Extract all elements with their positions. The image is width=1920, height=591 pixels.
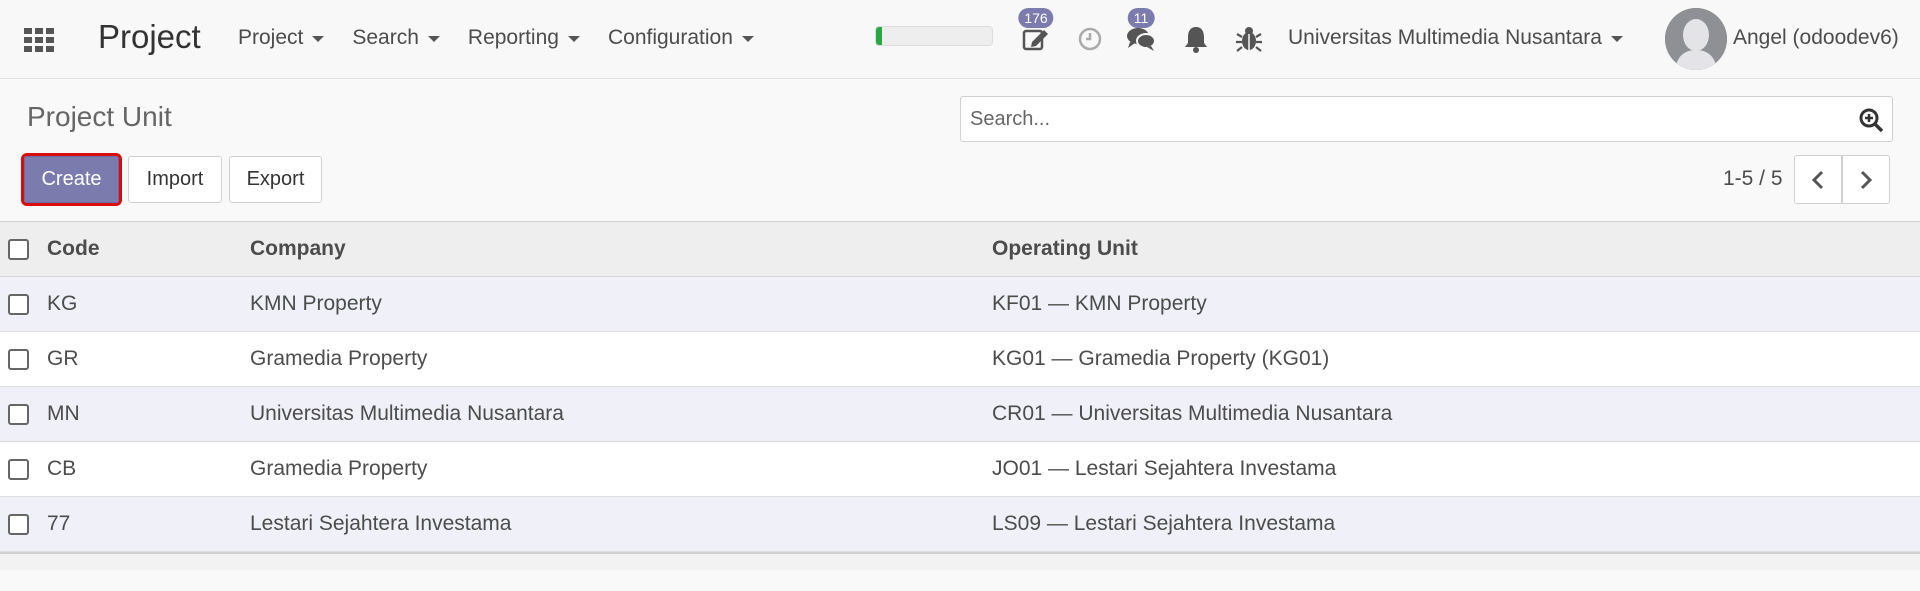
cell-company: Gramedia Property <box>250 347 428 370</box>
cell-operating-unit: KF01 — KMN Property <box>992 292 1207 315</box>
cell-code: CB <box>47 457 77 480</box>
clock-icon <box>1078 27 1102 51</box>
cell-company: KMN Property <box>250 292 382 315</box>
table-row[interactable]: GR Gramedia Property KG01 — Gramedia Pro… <box>0 331 1920 387</box>
messages-button[interactable]: 11 <box>1126 8 1156 54</box>
column-header-company[interactable]: Company <box>250 222 992 277</box>
page-title: Project Unit <box>27 101 172 132</box>
pager-value[interactable]: 1-5 / 5 <box>1723 167 1783 191</box>
cell-operating-unit: KG01 — Gramedia Property (KG01) <box>992 347 1330 370</box>
cell-operating-unit: JO01 — Lestari Sejahtera Investama <box>992 457 1337 480</box>
caret-down-icon <box>567 36 580 42</box>
search-icon[interactable] <box>1858 107 1884 138</box>
menu-reporting[interactable]: Reporting <box>468 26 580 50</box>
menu-search-label: Search <box>352 26 419 49</box>
activity-badge: 176 <box>1018 8 1054 28</box>
row-select-cell <box>0 332 47 387</box>
main-menu: Project Search Reporting Configuration <box>238 26 782 50</box>
cell-code: MN <box>47 402 80 425</box>
menu-configuration-label: Configuration <box>607 26 733 49</box>
top-navbar: Project Project Search Reporting Configu… <box>0 0 1920 79</box>
pager-previous-button[interactable] <box>1794 155 1842 204</box>
row-checkbox[interactable] <box>8 513 29 535</box>
clock-button[interactable] <box>1075 24 1105 54</box>
cell-code: GR <box>47 347 79 370</box>
app-brand[interactable]: Project <box>98 18 201 56</box>
table-row[interactable]: CB Gramedia Property JO01 — Lestari Seja… <box>0 441 1920 497</box>
row-checkbox[interactable] <box>8 403 29 425</box>
messages-badge: 11 <box>1127 8 1155 28</box>
row-select-cell <box>0 277 47 332</box>
table-row[interactable]: MN Universitas Multimedia Nusantara CR01… <box>0 386 1920 442</box>
table-footer <box>0 552 1920 570</box>
row-select-cell <box>0 497 47 552</box>
company-switcher[interactable]: Universitas Multimedia Nusantara <box>1288 26 1623 50</box>
edit-icon <box>1022 29 1048 51</box>
import-button[interactable]: Import <box>128 156 222 203</box>
apps-grid-icon[interactable] <box>24 28 54 52</box>
menu-project[interactable]: Project <box>238 26 325 50</box>
table-row[interactable]: KG KMN Property KF01 — KMN Property <box>0 276 1920 332</box>
project-unit-table: Code Company Operating Unit KG KMN Prope… <box>0 221 1920 552</box>
notifications-button[interactable] <box>1181 24 1211 54</box>
chevron-left-icon <box>1811 170 1824 189</box>
cell-operating-unit: CR01 — Universitas Multimedia Nusantara <box>992 402 1393 425</box>
cell-operating-unit: LS09 — Lestari Sejahtera Investama <box>992 512 1336 535</box>
cell-company: Gramedia Property <box>250 457 428 480</box>
progress-fill <box>876 27 882 45</box>
cell-company: Universitas Multimedia Nusantara <box>250 402 564 425</box>
user-menu[interactable]: Angel (odoodev6) <box>1733 26 1899 50</box>
user-avatar[interactable] <box>1665 8 1727 70</box>
onboarding-progress-bar[interactable] <box>875 26 993 46</box>
list-view: Code Company Operating Unit KG KMN Prope… <box>0 221 1920 570</box>
row-checkbox[interactable] <box>8 458 29 480</box>
column-header-code[interactable]: Code <box>47 222 250 277</box>
bug-icon <box>1236 27 1262 52</box>
chat-icon <box>1127 28 1156 51</box>
select-all-cell <box>0 222 47 277</box>
caret-down-icon <box>427 36 440 42</box>
row-checkbox[interactable] <box>8 348 29 370</box>
create-button[interactable]: Create <box>21 153 122 206</box>
menu-project-label: Project <box>238 26 304 49</box>
menu-search[interactable]: Search <box>352 26 440 50</box>
search-input[interactable] <box>961 97 1821 141</box>
table-header-row: Code Company Operating Unit <box>0 221 1920 277</box>
export-button[interactable]: Export <box>229 156 322 203</box>
debug-button[interactable] <box>1234 24 1264 54</box>
cell-company: Lestari Sejahtera Investama <box>250 512 512 535</box>
row-select-cell <box>0 387 47 442</box>
cell-code: 77 <box>47 512 71 535</box>
company-name: Universitas Multimedia Nusantara <box>1288 26 1602 49</box>
search-bar <box>960 96 1893 142</box>
row-checkbox[interactable] <box>8 293 29 315</box>
activity-button[interactable]: 176 <box>1018 8 1054 54</box>
chevron-right-icon <box>1860 170 1873 189</box>
menu-configuration[interactable]: Configuration <box>608 26 754 50</box>
row-select-cell <box>0 442 47 497</box>
column-header-operating-unit[interactable]: Operating Unit <box>992 222 1920 277</box>
caret-down-icon <box>1610 36 1623 42</box>
caret-down-icon <box>741 36 754 42</box>
caret-down-icon <box>312 36 325 42</box>
pager-next-button[interactable] <box>1842 155 1890 204</box>
menu-reporting-label: Reporting <box>467 26 559 49</box>
select-all-checkbox[interactable] <box>8 238 29 260</box>
bell-icon <box>1185 27 1207 53</box>
cell-code: KG <box>47 292 78 315</box>
table-row[interactable]: 77 Lestari Sejahtera Investama LS09 — Le… <box>0 496 1920 552</box>
